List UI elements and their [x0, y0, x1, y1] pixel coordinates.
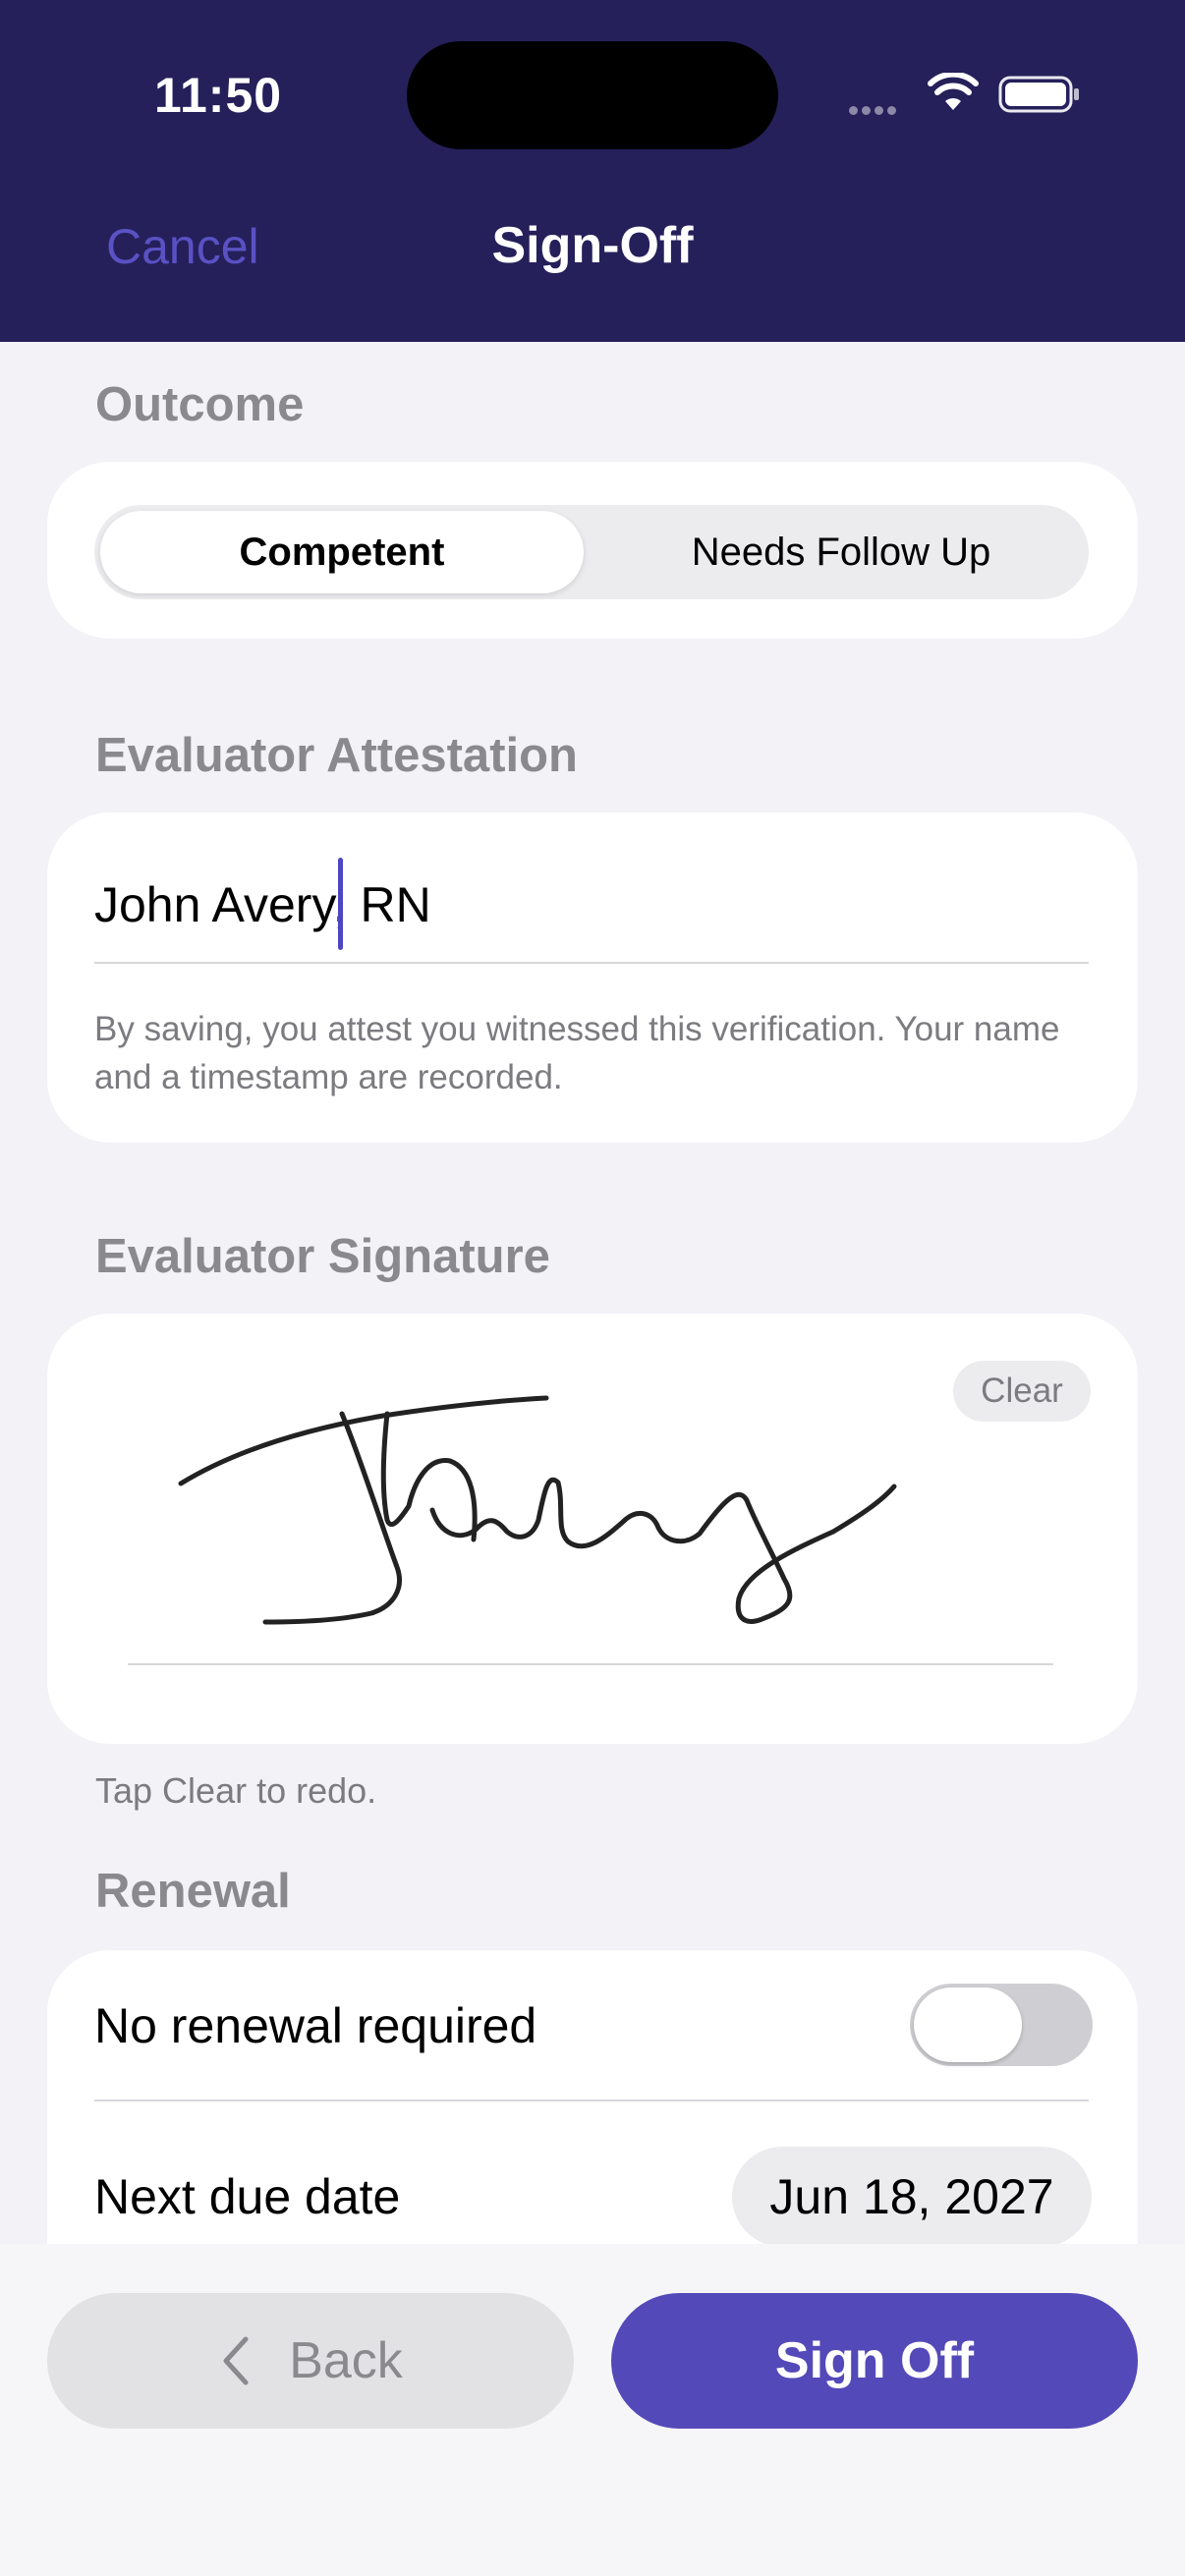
- divider: [94, 962, 1089, 964]
- bottom-action-bar: Back Sign Off: [0, 2244, 1185, 2576]
- no-renewal-toggle[interactable]: [910, 1984, 1093, 2066]
- dynamic-island: [407, 41, 778, 149]
- signature-section-title: Evaluator Signature: [95, 1230, 550, 1283]
- attestation-note: By saving, you attest you witnessed this…: [94, 1010, 1060, 1096]
- wifi-icon: [928, 73, 979, 110]
- status-time: 11:50: [153, 68, 283, 123]
- page-title: Sign-Off: [491, 217, 694, 274]
- toggle-knob: [914, 1988, 1022, 2062]
- chevron-left-icon: [223, 2336, 249, 2385]
- segment-competent[interactable]: Competent: [100, 511, 584, 593]
- outcome-card: Competent Needs Follow Up: [47, 462, 1138, 639]
- no-renewal-label: No renewal required: [94, 1998, 537, 2053]
- back-button-label: Back: [289, 2332, 403, 2389]
- segment-needs-follow-up[interactable]: Needs Follow Up: [599, 511, 1083, 593]
- attestation-section-title: Evaluator Attestation: [95, 729, 578, 782]
- cancel-button[interactable]: Cancel: [106, 218, 259, 275]
- sign-off-button[interactable]: Sign Off: [611, 2293, 1138, 2429]
- signature-pad[interactable]: Clear: [47, 1314, 1138, 1744]
- outcome-section-title: Outcome: [95, 378, 305, 431]
- evaluator-name-field[interactable]: [94, 856, 1089, 954]
- battery-icon: [998, 76, 1079, 113]
- next-due-date-picker[interactable]: Jun 18, 2027: [732, 2147, 1092, 2247]
- signature-baseline: [128, 1663, 1053, 1665]
- renewal-section-title: Renewal: [95, 1865, 291, 1918]
- back-button[interactable]: Back: [47, 2293, 574, 2429]
- text-cursor: [338, 858, 343, 950]
- navigation-header: 11:50 Cancel Sign-Off: [0, 0, 1185, 342]
- divider: [94, 2100, 1089, 2101]
- attestation-card: By saving, you attest you witnessed this…: [47, 812, 1138, 1143]
- next-due-date-label: Next due date: [94, 2169, 401, 2224]
- cellular-signal-icon: [849, 102, 900, 120]
- signature-caption: Tap Clear to redo.: [95, 1770, 377, 1811]
- outcome-segmented-control: Competent Needs Follow Up: [94, 505, 1089, 599]
- clear-signature-button[interactable]: Clear: [953, 1361, 1091, 1422]
